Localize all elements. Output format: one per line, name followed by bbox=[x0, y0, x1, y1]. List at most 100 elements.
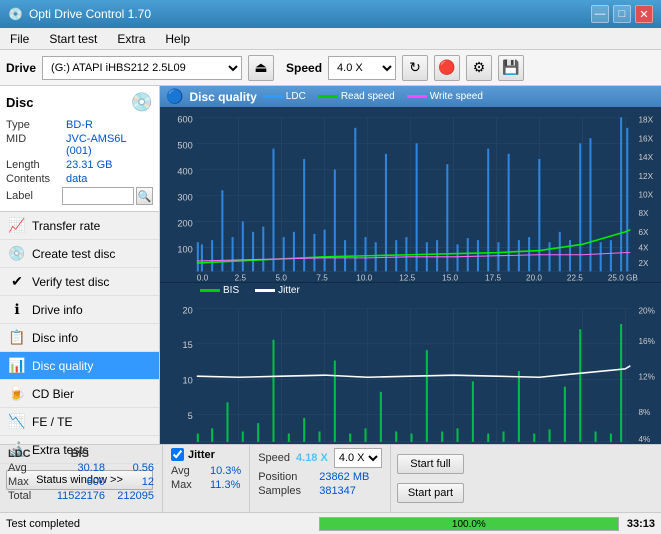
charts-container: 600 500 400 300 200 100 18X 16X 14X 12X … bbox=[160, 107, 661, 444]
speed-stat-label: Speed bbox=[258, 452, 290, 464]
maximize-button[interactable]: □ bbox=[613, 5, 631, 23]
sidebar-item-disc-quality[interactable]: 📊 Disc quality bbox=[0, 352, 159, 380]
settings-button[interactable]: ⚙ bbox=[466, 55, 492, 81]
action-buttons: Start full Start part bbox=[391, 445, 470, 512]
svg-text:18X: 18X bbox=[639, 116, 654, 125]
svg-text:10X: 10X bbox=[639, 190, 654, 199]
legend: LDC Read speed Write speed bbox=[263, 91, 483, 102]
menu-help[interactable]: Help bbox=[159, 30, 196, 48]
bis-header: BIS bbox=[71, 448, 89, 460]
type-value: BD-R bbox=[66, 119, 93, 131]
sidebar-item-label: FE / TE bbox=[32, 415, 72, 429]
ldc-header: LDC bbox=[8, 448, 31, 460]
content-area: 🔵 Disc quality LDC Read speed Write spee… bbox=[160, 86, 661, 444]
disc-info-icon: 📋 bbox=[8, 329, 26, 346]
bottom-chart-legend: BIS Jitter bbox=[160, 283, 661, 298]
cd-bier-icon: 🍺 bbox=[8, 385, 26, 402]
jitter-checkbox[interactable] bbox=[171, 448, 184, 461]
sidebar: Disc 💿 Type BD-R MID JVC-AMS6L (001) Len… bbox=[0, 86, 160, 444]
samples-label: Samples bbox=[258, 485, 313, 497]
speed-stat-selector[interactable]: 4.0 X bbox=[334, 448, 382, 468]
svg-text:12.5: 12.5 bbox=[399, 274, 415, 282]
svg-text:20%: 20% bbox=[639, 306, 656, 315]
save-button[interactable]: 💾 bbox=[498, 55, 524, 81]
sidebar-item-fe-te[interactable]: 📉 FE / TE bbox=[0, 408, 159, 436]
max-label: Max bbox=[8, 476, 46, 488]
sidebar-item-label: Drive info bbox=[32, 303, 83, 317]
sidebar-item-label: CD Bier bbox=[32, 387, 74, 401]
label-input[interactable] bbox=[62, 187, 134, 205]
speed-label: Speed bbox=[286, 61, 322, 75]
avg-label: Avg bbox=[8, 462, 46, 474]
disc-panel: Disc 💿 Type BD-R MID JVC-AMS6L (001) Len… bbox=[0, 86, 159, 212]
sidebar-item-drive-info[interactable]: ℹ Drive info bbox=[0, 296, 159, 324]
verify-test-icon: ✔ bbox=[8, 273, 26, 290]
svg-text:300: 300 bbox=[177, 193, 192, 203]
legend-write-speed: Write speed bbox=[430, 91, 483, 102]
disc-quality-title: Disc quality bbox=[189, 90, 256, 104]
ldc-max: 600 bbox=[50, 476, 105, 488]
sidebar-item-label: Transfer rate bbox=[32, 219, 100, 233]
burn-button[interactable]: 🔴 bbox=[434, 55, 460, 81]
close-button[interactable]: ✕ bbox=[635, 5, 653, 23]
svg-text:20.0: 20.0 bbox=[526, 274, 542, 282]
sidebar-item-transfer-rate[interactable]: 📈 Transfer rate bbox=[0, 212, 159, 240]
bottom-chart: 20 15 10 5 20% 16% 12% 8% 4% 0.0 2.5 5.0… bbox=[160, 298, 661, 444]
sidebar-item-label: Create test disc bbox=[32, 247, 115, 261]
speed-selector[interactable]: 4.0 X bbox=[328, 56, 396, 80]
svg-text:4X: 4X bbox=[639, 243, 649, 252]
contents-label: Contents bbox=[6, 173, 66, 185]
bis-avg: 0.56 bbox=[109, 462, 154, 474]
jitter-stats: Jitter Avg 10.3% Max 11.3% bbox=[163, 445, 250, 512]
bottom-chart-svg: 20 15 10 5 20% 16% 12% 8% 4% 0.0 2.5 5.0… bbox=[160, 298, 661, 444]
svg-text:7.5: 7.5 bbox=[316, 274, 328, 282]
minimize-button[interactable]: — bbox=[591, 5, 609, 23]
ldc-avg: 30.18 bbox=[50, 462, 105, 474]
start-full-button[interactable]: Start full bbox=[397, 454, 464, 474]
legend-read-speed: Read speed bbox=[341, 91, 395, 102]
svg-text:8X: 8X bbox=[639, 209, 649, 218]
legend-ldc: LDC bbox=[286, 91, 306, 102]
start-part-button[interactable]: Start part bbox=[397, 483, 464, 503]
bis-max: 12 bbox=[109, 476, 154, 488]
svg-text:5: 5 bbox=[188, 411, 193, 421]
drive-label: Drive bbox=[6, 61, 36, 75]
jitter-max-label: Max bbox=[171, 479, 206, 491]
menu-file[interactable]: File bbox=[4, 30, 35, 48]
ldc-total: 11522176 bbox=[50, 490, 105, 502]
disc-label: Disc bbox=[6, 95, 33, 110]
svg-text:2.5: 2.5 bbox=[235, 274, 247, 282]
bottom-status-bar: Test completed 100.0% 33:13 bbox=[0, 512, 661, 534]
app-title: Opti Drive Control 1.70 bbox=[29, 7, 151, 21]
sidebar-item-create-test[interactable]: 💿 Create test disc bbox=[0, 240, 159, 268]
sidebar-item-disc-info[interactable]: 📋 Disc info bbox=[0, 324, 159, 352]
menu-extra[interactable]: Extra bbox=[111, 30, 151, 48]
menu-start-test[interactable]: Start test bbox=[43, 30, 103, 48]
contents-value: data bbox=[66, 173, 87, 185]
speed-stat-value: 4.18 X bbox=[296, 452, 328, 464]
svg-text:15.0: 15.0 bbox=[442, 274, 458, 282]
legend-bis: BIS bbox=[223, 285, 239, 296]
svg-text:5.0: 5.0 bbox=[276, 274, 288, 282]
sidebar-item-verify-test[interactable]: ✔ Verify test disc bbox=[0, 268, 159, 296]
drive-selector[interactable]: (G:) ATAPI iHBS212 2.5L09 bbox=[42, 56, 242, 80]
sidebar-item-cd-bier[interactable]: 🍺 CD Bier bbox=[0, 380, 159, 408]
eject-button[interactable]: ⏏ bbox=[248, 55, 274, 81]
svg-text:16%: 16% bbox=[639, 337, 656, 346]
samples-value: 381347 bbox=[319, 485, 356, 497]
menu-bar: File Start test Extra Help bbox=[0, 28, 661, 50]
jitter-avg: 10.3% bbox=[210, 465, 241, 477]
label-search-button[interactable]: 🔍 bbox=[136, 187, 153, 205]
svg-text:0.0: 0.0 bbox=[197, 274, 209, 282]
svg-text:25.0 GB: 25.0 GB bbox=[608, 274, 638, 282]
jitter-header: Jitter bbox=[188, 449, 215, 461]
svg-text:16X: 16X bbox=[639, 134, 654, 143]
stats-footer: LDC BIS Avg 30.18 0.56 Max 600 12 Total … bbox=[0, 444, 661, 512]
create-test-icon: 💿 bbox=[8, 245, 26, 262]
svg-text:100: 100 bbox=[177, 245, 192, 255]
refresh-button[interactable]: ↻ bbox=[402, 55, 428, 81]
jitter-avg-label: Avg bbox=[171, 465, 206, 477]
svg-text:500: 500 bbox=[177, 141, 192, 151]
drive-info-icon: ℹ bbox=[8, 301, 26, 318]
disc-icon: 💿 bbox=[131, 92, 153, 113]
